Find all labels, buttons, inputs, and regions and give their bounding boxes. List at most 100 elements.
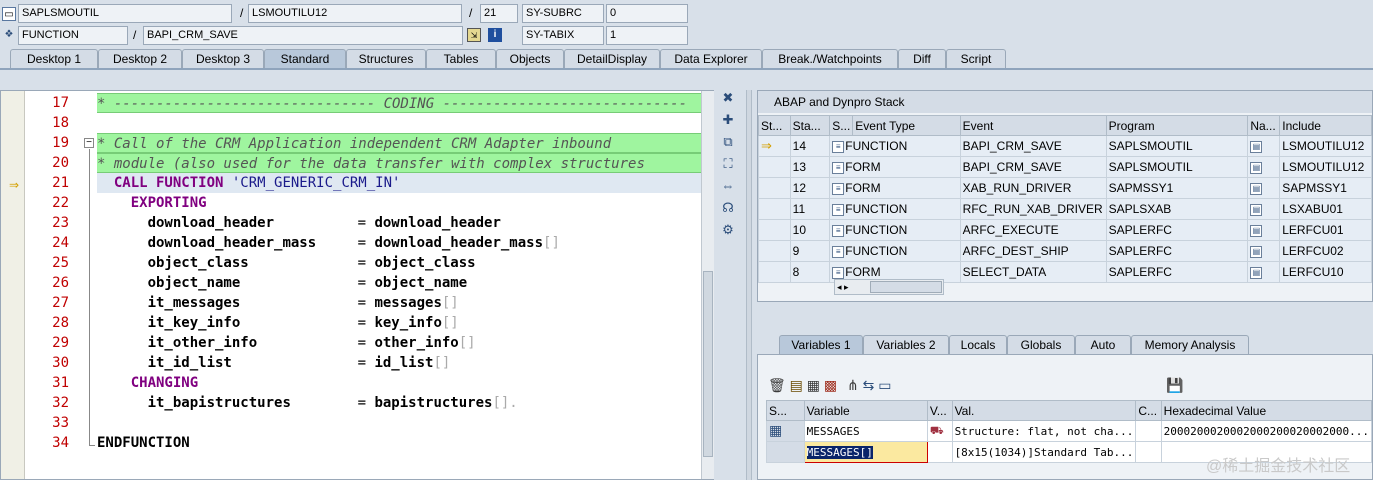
change-value-icon[interactable] bbox=[926, 441, 953, 463]
close-icon[interactable]: ✖ bbox=[716, 90, 740, 112]
scroll-thumb[interactable] bbox=[870, 281, 942, 293]
tab-diff[interactable]: Diff bbox=[898, 49, 946, 69]
tab-variables-2[interactable]: Variables 2 bbox=[863, 335, 949, 355]
tab-desktop-2[interactable]: Desktop 2 bbox=[98, 49, 182, 69]
breakpoint-gutter[interactable] bbox=[1, 91, 25, 479]
col-header[interactable]: Val. bbox=[951, 400, 1137, 421]
col-header[interactable]: V... bbox=[926, 400, 953, 421]
col-header[interactable]: St... bbox=[758, 115, 791, 136]
col-header[interactable]: S... bbox=[829, 115, 854, 136]
headset-icon[interactable]: ☊ bbox=[716, 200, 740, 222]
param-name: it_bapistructures bbox=[147, 395, 291, 411]
new-tool-icon[interactable]: ✚ bbox=[716, 112, 740, 134]
stack-row[interactable]: 11 ≡ FUNCTION RFC_RUN_XAB_DRIVER SAPLSXAB… bbox=[758, 198, 1372, 220]
stack-row[interactable]: 9 ≡ FUNCTION ARFC_DEST_SHIP SAPLERFC ▤ LE… bbox=[758, 240, 1372, 262]
source-nav-icon[interactable]: ▤ bbox=[1247, 240, 1281, 262]
tab-breakpoints[interactable]: Break./Watchpoints bbox=[762, 49, 898, 69]
tab-auto[interactable]: Auto bbox=[1075, 335, 1131, 355]
tab-standard[interactable]: Standard bbox=[264, 49, 346, 69]
tab-memory-analysis[interactable]: Memory Analysis bbox=[1131, 335, 1249, 355]
tab-locals[interactable]: Locals bbox=[949, 335, 1007, 355]
param-name: it_other_info bbox=[147, 335, 258, 351]
tab-desktop-1[interactable]: Desktop 1 bbox=[10, 49, 98, 69]
col-header[interactable]: C... bbox=[1135, 400, 1162, 421]
tab-detaildisplay[interactable]: DetailDisplay bbox=[564, 49, 660, 69]
tab-data-explorer[interactable]: Data Explorer bbox=[660, 49, 762, 69]
source-nav-icon[interactable]: ▤ bbox=[1247, 198, 1281, 220]
tab-script[interactable]: Script bbox=[946, 49, 1006, 69]
save-icon[interactable]: 💾 bbox=[1166, 377, 1183, 394]
scroll-right-icon[interactable]: ▸ bbox=[844, 282, 849, 292]
stack-row[interactable]: 10 ≡ FUNCTION ARFC_EXECUTE SAPLERFC ▤ LER… bbox=[758, 219, 1372, 241]
hierarchy-icon[interactable]: ⇆ bbox=[863, 377, 875, 393]
param-value[interactable]: object_name bbox=[374, 275, 467, 291]
tab-tables[interactable]: Tables bbox=[426, 49, 496, 69]
type-field[interactable]: FUNCTION bbox=[18, 26, 128, 45]
param-value[interactable]: other_info bbox=[374, 335, 458, 351]
editor-scroll-thumb[interactable] bbox=[703, 271, 713, 457]
stack-row[interactable]: 13 ≡ FORM BAPI_CRM_SAVE SAPLSMOUTIL ▤ LSM… bbox=[758, 156, 1372, 178]
col-header[interactable]: Include bbox=[1279, 115, 1372, 136]
include-field[interactable]: LSMOUTILU12 bbox=[248, 4, 462, 23]
source-nav-icon[interactable]: ▤ bbox=[1247, 177, 1281, 199]
sy-subrc-value[interactable]: 0 bbox=[606, 4, 688, 23]
tab-globals[interactable]: Globals bbox=[1007, 335, 1075, 355]
variable-row[interactable]: ▦ MESSAGES ⛟ Structure: flat, not cha...… bbox=[766, 420, 1373, 442]
param-value[interactable]: key_info bbox=[374, 315, 441, 331]
tab-objects[interactable]: Objects bbox=[496, 49, 564, 69]
maximize-icon[interactable]: ⛶ bbox=[716, 156, 740, 178]
stack-type: ≡ FUNCTION bbox=[829, 219, 961, 241]
col-header[interactable]: Hexadecimal Value bbox=[1160, 400, 1373, 421]
source-nav-icon[interactable]: ▤ bbox=[1247, 135, 1281, 157]
delete-icon[interactable]: 🗑 bbox=[768, 377, 786, 393]
sy-tabix-value[interactable]: 1 bbox=[606, 26, 688, 45]
param-value[interactable]: id_list bbox=[374, 355, 433, 371]
change-value-icon[interactable]: ⛟ bbox=[926, 420, 953, 442]
stack-row[interactable]: ⇒ 14 ≡ FUNCTION BAPI_CRM_SAVE SAPLSMOUTIL… bbox=[758, 135, 1372, 157]
col-header[interactable]: Event Type bbox=[852, 115, 961, 136]
variable-name[interactable]: MESSAGES bbox=[803, 420, 928, 442]
info-icon[interactable]: i bbox=[488, 28, 502, 42]
param-value[interactable]: download_header bbox=[374, 215, 500, 231]
param-value[interactable]: object_class bbox=[374, 255, 475, 271]
source-nav-icon[interactable]: ▤ bbox=[1247, 156, 1281, 178]
col-header[interactable]: Variable bbox=[803, 400, 928, 421]
param-value[interactable]: bapistructures bbox=[374, 395, 492, 411]
source-editor[interactable]: ⇒ 17 18 19 20 21 22 23 24 25 26 27 28 29… bbox=[0, 90, 714, 480]
stack-program: SAPLERFC bbox=[1105, 261, 1249, 283]
detail-icon[interactable]: ▦ bbox=[807, 377, 820, 393]
stack-row[interactable]: 12 ≡ FORM XAB_RUN_DRIVER SAPMSSY1 ▤ SAPMS… bbox=[758, 177, 1372, 199]
fold-toggle-icon[interactable]: − bbox=[84, 138, 94, 148]
tab-desktop-3[interactable]: Desktop 3 bbox=[182, 49, 264, 69]
variable-name-input[interactable]: MESSAGES[] bbox=[803, 441, 928, 463]
splitter[interactable] bbox=[746, 90, 752, 480]
col-header[interactable]: Event bbox=[959, 115, 1107, 136]
col-header[interactable]: Program bbox=[1105, 115, 1249, 136]
tab-variables-1[interactable]: Variables 1 bbox=[779, 335, 863, 355]
name-field[interactable]: BAPI_CRM_SAVE bbox=[143, 26, 463, 45]
param-tail: []. bbox=[492, 395, 518, 411]
param-value[interactable]: messages bbox=[374, 295, 441, 311]
tab-structures[interactable]: Structures bbox=[346, 49, 426, 69]
scroll-left-icon[interactable]: ◂ bbox=[837, 282, 842, 292]
tree-icon[interactable]: ⋔ bbox=[847, 377, 859, 393]
navigate-icon[interactable]: ⇲ bbox=[467, 28, 481, 42]
folder-icon[interactable]: ▭ bbox=[878, 377, 891, 393]
list-icon[interactable]: ▤ bbox=[790, 377, 803, 393]
line-field[interactable]: 21 bbox=[480, 4, 518, 23]
col-header[interactable]: Sta... bbox=[789, 115, 831, 136]
import-icon[interactable]: ▩ bbox=[824, 377, 837, 393]
program-field[interactable]: SAPLSMOUTIL bbox=[18, 4, 232, 23]
source-nav-icon[interactable]: ▤ bbox=[1247, 261, 1281, 283]
swap-icon[interactable]: ⇔ bbox=[716, 178, 740, 200]
source-nav-icon[interactable]: ▤ bbox=[1247, 219, 1281, 241]
row-selector[interactable] bbox=[766, 441, 805, 463]
settings-tool-icon[interactable]: ⚙ bbox=[716, 222, 740, 244]
col-header[interactable]: Na... bbox=[1247, 115, 1281, 136]
col-header[interactable]: S... bbox=[766, 400, 805, 421]
stack-program: SAPLERFC bbox=[1105, 219, 1249, 241]
editor-scrollbar[interactable] bbox=[701, 91, 714, 479]
stack-hscroll[interactable]: ◂ ▸ bbox=[834, 279, 944, 295]
param-value[interactable]: download_header_mass bbox=[374, 235, 543, 251]
replace-tool-icon[interactable]: ⧉ bbox=[716, 134, 740, 156]
